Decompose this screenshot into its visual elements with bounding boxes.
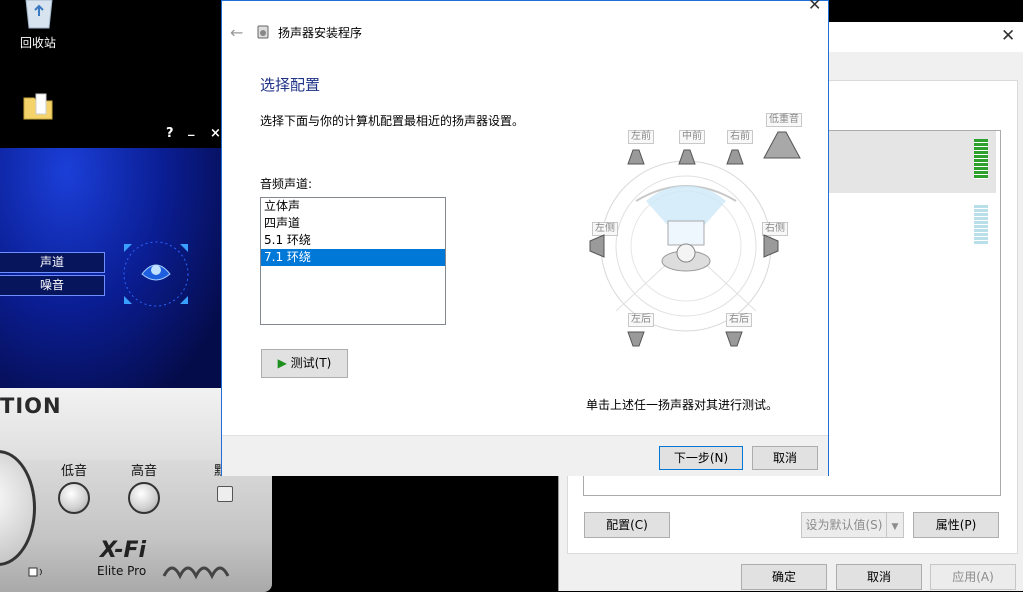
channel-option-stereo[interactable]: 立体声: [261, 198, 445, 215]
front-left-label: 左前: [628, 130, 654, 144]
properties-button[interactable]: 属性(P): [913, 512, 999, 538]
play-icon: ▶: [277, 356, 287, 370]
speaker-setup-dialog: ✕ ← 扬声器安装程序 选择配置 选择下面与你的计算机配置最相近的扬声器设置。 …: [221, 0, 829, 476]
audio-brand-logo: [160, 552, 244, 582]
xfi-logo: X-Fi: [100, 538, 147, 563]
audio-channel-list[interactable]: 立体声 四声道 5.1 环绕 7.1 环绕: [260, 197, 446, 325]
side-right-speaker-icon[interactable]: [762, 233, 780, 262]
rear-right-speaker-icon[interactable]: [722, 330, 746, 351]
center-label: 中前: [679, 130, 705, 144]
help-button[interactable]: ?: [166, 126, 174, 141]
test-button-label: 测试(T): [290, 356, 332, 370]
bass-knob[interactable]: [58, 482, 90, 514]
click-hint-text: 单击上述任一扬声器对其进行测试。: [586, 398, 779, 412]
dialog-cancel-button[interactable]: 取消: [752, 446, 818, 470]
front-right-speaker-icon[interactable]: [723, 148, 747, 169]
subwoofer-label: 低重音: [766, 113, 802, 127]
level-meter-active: [974, 139, 988, 179]
page-title: 选择配置: [260, 76, 321, 94]
bass-label: 低音: [61, 464, 88, 479]
brand-text: TION: [0, 394, 62, 418]
next-button[interactable]: 下一步(N): [659, 446, 743, 470]
channel-option-7-1[interactable]: 7.1 环绕: [261, 249, 445, 266]
rear-left-speaker-icon[interactable]: [624, 330, 648, 351]
console-knob-panel: 低音 高音 默 X-Fi Elite Pro: [0, 450, 272, 592]
recycle-bin-label: 回收站: [20, 36, 57, 50]
channels-label: 音频声道:: [260, 177, 313, 191]
rear-right-label: 右后: [726, 313, 752, 327]
rear-left-label: 左后: [628, 313, 654, 327]
instruction-text: 选择下面与你的计算机配置最相近的扬声器设置。: [260, 114, 525, 128]
side-left-speaker-icon[interactable]: [588, 233, 606, 262]
dialog-footer: 下一步(N) 取消: [222, 435, 828, 476]
set-default-dropdown[interactable]: ▼: [886, 512, 904, 538]
channel-option-quad[interactable]: 四声道: [261, 215, 445, 232]
level-meter-idle: [974, 205, 988, 245]
recycle-bin-icon[interactable]: [20, 0, 58, 30]
speaker-diagram: 左前 中前 右前 低重音 左侧 右侧 左后 右后: [586, 111, 806, 356]
speaker-position-icon[interactable]: [114, 232, 198, 316]
cancel-button[interactable]: 取消: [836, 564, 922, 590]
close-icon[interactable]: ✕: [1001, 26, 1015, 46]
treble-knob[interactable]: [128, 482, 160, 514]
noise-button[interactable]: 噪音: [0, 275, 105, 296]
close-button[interactable]: ×: [210, 126, 221, 141]
apply-button[interactable]: 应用(A): [930, 564, 1016, 590]
configure-button[interactable]: 配置(C): [584, 512, 670, 538]
dialog-close-icon[interactable]: ✕: [808, 0, 821, 14]
channel-button[interactable]: 声道: [0, 252, 105, 273]
audio-console-window: ? _ × 声道 噪音 TION 低音 高音 默: [0, 120, 272, 592]
front-left-speaker-icon[interactable]: [624, 148, 648, 169]
back-arrow-icon[interactable]: ←: [230, 23, 243, 42]
ok-button[interactable]: 确定: [741, 564, 827, 590]
minimize-button[interactable]: _: [188, 122, 195, 137]
treble-label: 高音: [131, 464, 158, 479]
channel-option-5-1[interactable]: 5.1 环绕: [261, 232, 445, 249]
dialog-title: 扬声器安装程序: [278, 26, 363, 40]
speaker-app-icon: [257, 25, 269, 39]
set-default-button[interactable]: 设为默认值(S): [801, 512, 887, 538]
console-titlebar: ? _ ×: [0, 120, 222, 148]
speaker-small-icon[interactable]: [28, 566, 48, 578]
folder-icon[interactable]: [22, 92, 54, 120]
volume-dial[interactable]: [0, 450, 36, 566]
front-right-label: 右前: [727, 130, 753, 144]
center-speaker-icon[interactable]: [675, 148, 699, 169]
subwoofer-speaker-icon[interactable]: [762, 128, 802, 163]
chevron-down-icon: ▼: [891, 522, 899, 532]
mute-toggle[interactable]: [217, 486, 233, 502]
test-button[interactable]: ▶ 测试(T): [261, 349, 348, 378]
console-control-panel: 声道 噪音: [0, 148, 222, 388]
elite-pro-label: Elite Pro: [97, 564, 147, 578]
